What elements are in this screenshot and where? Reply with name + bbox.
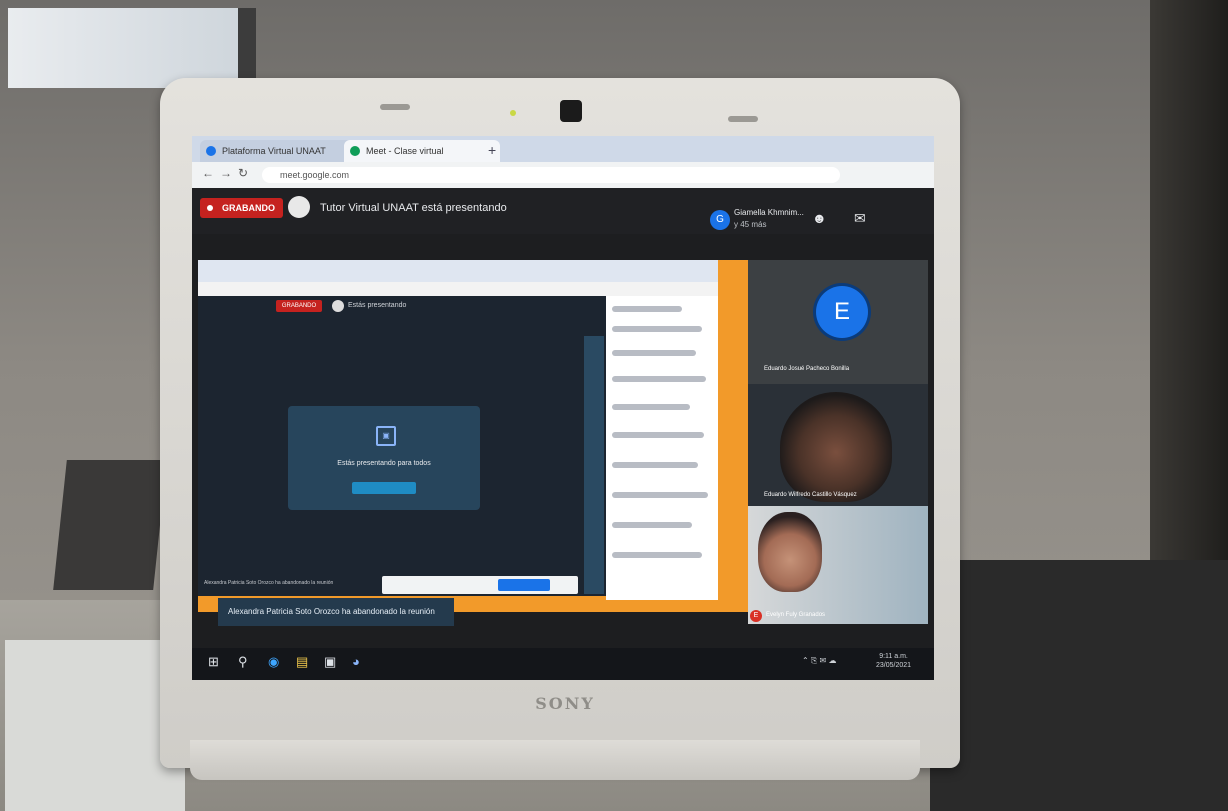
webcam xyxy=(560,100,582,122)
store-icon[interactable]: ▣ xyxy=(324,654,336,670)
tab-label: Plataforma Virtual UNAAT xyxy=(222,146,326,156)
search-icon[interactable]: ⚲ xyxy=(238,654,248,670)
shared-address-bar xyxy=(198,282,718,296)
dark-object xyxy=(930,560,1228,811)
browser-tab[interactable]: Plataforma Virtual UNAAT xyxy=(200,140,364,162)
browser-tab-active[interactable]: Meet - Clase virtual xyxy=(344,140,500,162)
participant-mini-avatar: E xyxy=(750,610,762,622)
participant-name: Evelyn Fuly Granados xyxy=(766,612,826,618)
chat-line xyxy=(612,306,682,312)
shared-chat-panel xyxy=(606,296,718,600)
shared-video-strip xyxy=(584,336,604,594)
file-explorer-icon[interactable]: ▤ xyxy=(296,654,308,670)
shared-leave-notice: Alexandra Patricia Soto Orozco ha abando… xyxy=(204,580,334,586)
clock-date: 23/05/2021 xyxy=(876,662,912,669)
shared-browser-tabs xyxy=(198,260,718,282)
webcam-led xyxy=(510,110,516,116)
shared-send-button[interactable] xyxy=(498,579,550,591)
notebook xyxy=(5,640,185,811)
microphone-grille xyxy=(380,104,410,110)
people-icon[interactable]: ☻ xyxy=(812,210,827,226)
chat-icon[interactable]: ✉ xyxy=(854,210,866,227)
chat-line xyxy=(612,492,708,498)
edge-icon[interactable]: ◉ xyxy=(268,654,279,670)
chrome-icon[interactable]: ◕ xyxy=(352,654,360,669)
tab-favicon-icon xyxy=(206,146,216,156)
participant-name: Eduardo Wilfredo Castillo Vásquez xyxy=(764,492,857,498)
attendee-count: y 45 más xyxy=(734,220,767,229)
chat-line xyxy=(612,326,702,332)
shared-presenter-avatar xyxy=(332,300,344,312)
new-tab-button[interactable]: + xyxy=(488,142,496,158)
chat-line xyxy=(612,462,698,468)
participant-video xyxy=(758,512,822,592)
window-light xyxy=(8,8,256,88)
laptop-screen: Plataforma Virtual UNAAT Meet - Clase vi… xyxy=(192,136,934,680)
url-input[interactable]: meet.google.com xyxy=(262,167,840,183)
tab-label: Meet - Clase virtual xyxy=(366,146,444,156)
laptop-hinge xyxy=(190,740,920,780)
tab-favicon-icon xyxy=(350,146,360,156)
presenting-card xyxy=(288,406,480,510)
forward-icon[interactable]: → xyxy=(220,166,232,180)
present-screen-icon: ▣ xyxy=(376,426,396,446)
chat-line xyxy=(612,432,704,438)
system-tray[interactable]: ⌃ ⎘ ✉ ☁ xyxy=(802,656,836,666)
laptop-brand: SONY xyxy=(535,694,595,713)
chat-line xyxy=(612,404,690,410)
stop-presenting-button[interactable] xyxy=(352,482,416,494)
chat-line xyxy=(612,552,702,558)
presenter-status: Tutor Virtual UNAAT está presentando xyxy=(320,202,507,214)
leave-notification-toast: Alexandra Patricia Soto Orozco ha abando… xyxy=(218,598,454,626)
attendee-name: Giamella Khmnim... xyxy=(734,208,804,217)
participant-avatar: E xyxy=(816,286,868,338)
shared-recording-badge: GRABANDO xyxy=(276,300,322,312)
reload-icon[interactable]: ↻ xyxy=(238,166,248,180)
back-icon[interactable]: ← xyxy=(202,166,214,180)
chat-line xyxy=(612,350,696,356)
presenter-avatar xyxy=(288,196,310,218)
taskbar-clock[interactable]: 9:11 a.m. 23/05/2021 xyxy=(876,652,911,670)
desk-device xyxy=(53,460,167,590)
clock-time: 9:11 a.m. xyxy=(879,653,908,660)
microphone-grille xyxy=(728,116,758,122)
chat-line xyxy=(612,376,706,382)
attendee-avatar: G xyxy=(710,210,730,230)
chat-line xyxy=(612,522,692,528)
participant-video xyxy=(780,392,892,502)
participant-name: Eduardo Josué Pacheco Bonilla xyxy=(764,366,850,372)
presenting-card-title: Estás presentando para todos xyxy=(337,460,431,467)
windows-icon[interactable]: ⊞ xyxy=(208,654,219,670)
recording-dot-icon xyxy=(207,205,213,211)
shared-presenter-status: Estás presentando xyxy=(348,302,407,309)
